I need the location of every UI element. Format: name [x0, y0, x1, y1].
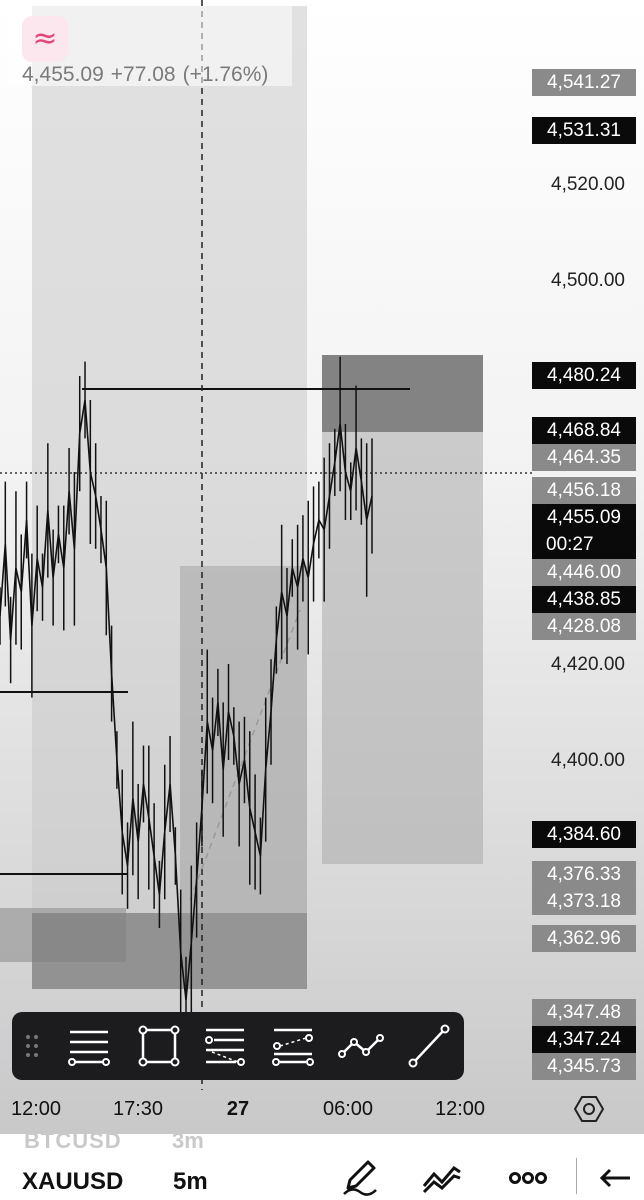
price-axis-label: 4,384.60 [532, 820, 636, 848]
price-axis-label: 4,480.24 [532, 361, 636, 389]
bottom-toolbar: BTCUSD 3m XAUUSD 5m [0, 1128, 644, 1200]
toolbar-divider [576, 1158, 577, 1194]
bar-countdown: 00:27 [532, 531, 636, 560]
price-axis-label: 4,428.08 [532, 613, 636, 641]
price-axis-label: 4,468.84 [532, 416, 636, 444]
price-change-pct: (+1.76%) [182, 63, 269, 86]
price-axis-label: 4,531.31 [532, 116, 636, 144]
symbol-legend: ≈ 4,455.09 +77.08 (+1.76%) [8, 6, 292, 86]
price-axis-label: 4,347.24 [532, 1026, 636, 1054]
more-icon[interactable] [506, 1156, 550, 1196]
price-axis-label: 4,456.18 [532, 477, 636, 505]
price-axis-label: 4,347.48 [532, 999, 636, 1027]
horizontal-lines-tool-icon[interactable] [64, 1022, 114, 1070]
time-tick: 17:30 [112, 1098, 164, 1120]
session-shade-2 [180, 566, 307, 989]
timeframe-selector[interactable]: 5m [173, 1168, 208, 1196]
symbol-selector[interactable]: XAUUSD [22, 1168, 123, 1196]
price-axis-label: 4,373.18 [532, 887, 636, 915]
drawing-toolbar [12, 1012, 464, 1080]
price-change: +77.08 [110, 63, 176, 86]
trend-line-tool-icon[interactable] [404, 1022, 454, 1070]
indicators-icon[interactable] [420, 1156, 464, 1196]
pencil-icon[interactable] [338, 1156, 382, 1196]
path-tool-icon[interactable] [336, 1022, 386, 1070]
previous-timeframe: 3m [172, 1128, 204, 1153]
price-axis-label: 4,455.09 [532, 504, 636, 532]
price-axis-label: 4,362.96 [532, 924, 636, 952]
time-tick: 12:00 [434, 1098, 486, 1120]
price-axis-label: 4,438.85 [532, 586, 636, 614]
time-tick-day: 27 [226, 1098, 250, 1120]
rectangle-tool-icon[interactable] [134, 1022, 184, 1070]
price-axis-label: 4,376.33 [532, 860, 636, 888]
drag-handle-icon[interactable] [20, 1032, 44, 1060]
quote-line: 4,455.09 +77.08 (+1.76%) [22, 63, 275, 87]
symbol-icon[interactable]: ≈ [22, 16, 68, 62]
price-axis-label: 4,500.00 [551, 270, 625, 291]
back-arrow-icon[interactable] [594, 1156, 634, 1196]
last-price: 4,455.09 [22, 63, 104, 86]
price-axis-label: 4,420.00 [551, 654, 625, 675]
time-tick: 12:00 [10, 1098, 62, 1120]
time-tick: 06:00 [322, 1098, 374, 1120]
price-axis-label: 4,520.00 [551, 174, 625, 195]
price-axis-label: 4,400.00 [551, 750, 625, 771]
fib-retracement-tool-icon[interactable] [200, 1022, 250, 1070]
price-axis-label: 4,446.00 [532, 559, 636, 587]
price-axis-label: 4,345.73 [532, 1053, 636, 1081]
previous-symbol: BTCUSD [24, 1128, 122, 1153]
price-axis-label: 4,541.27 [532, 68, 636, 96]
price-axis-label: 4,464.35 [532, 443, 636, 471]
position-loss-zone [322, 355, 483, 432]
settings-hexagon-icon[interactable] [574, 1094, 604, 1124]
parallel-channel-tool-icon[interactable] [268, 1022, 318, 1070]
